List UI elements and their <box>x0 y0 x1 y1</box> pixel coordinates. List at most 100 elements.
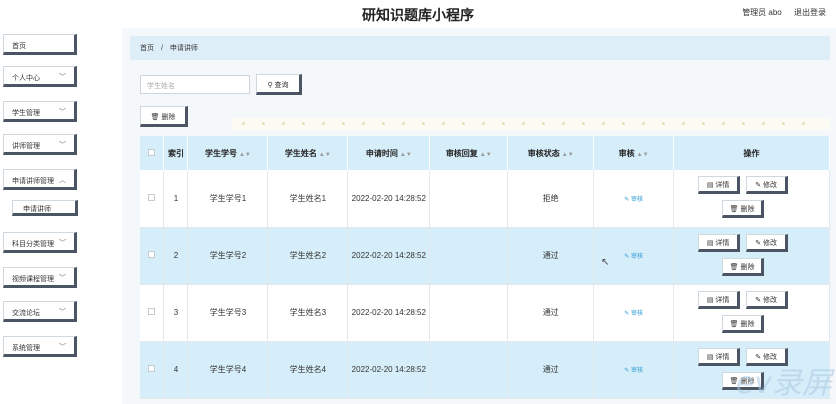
detail-button[interactable]: ▤ 详情 <box>698 347 741 366</box>
sidebar-subitem-label: 申请讲师 <box>23 206 51 213</box>
delete-button[interactable]: 🗑 删除 <box>722 314 765 333</box>
chevron-down-icon: ﹀ <box>59 275 66 282</box>
col-index: 索引 <box>163 136 189 170</box>
select-all-header[interactable] <box>140 136 165 170</box>
chevron-down-icon: ﹀ <box>59 109 66 116</box>
sidebar-item-label: 系统管理 <box>12 345 40 352</box>
cell-student-name: 学生姓名4 <box>267 341 349 399</box>
top-right-user-area: 管理员 abo 退出登录 <box>732 7 826 18</box>
sidebar-item-label: 视频课程管理 <box>12 276 54 283</box>
sort-icon[interactable]: ▲▼ <box>562 152 574 158</box>
chevron-down-icon: ﹀ <box>59 344 66 351</box>
row-select[interactable] <box>140 170 165 228</box>
row-select[interactable] <box>140 227 165 285</box>
cell-apply-time: 2022-02-20 14:28:52 <box>347 170 431 228</box>
sort-icon[interactable]: ▲▼ <box>480 152 492 158</box>
cell-index: 2 <box>163 227 189 285</box>
select-all-checkbox[interactable] <box>148 148 156 156</box>
table-row: 4 学生学号4 学生姓名4 2022-02-20 14:28:52 通过 ✎ 审… <box>140 341 830 399</box>
cell-audit-status: 拒绝 <box>507 170 595 228</box>
audit-link[interactable]: ✎ 审核 <box>624 311 643 317</box>
cell-audit-status: 通过 <box>507 227 595 285</box>
delete-button[interactable]: 🗑 删除 <box>722 200 765 219</box>
cell-student-name: 学生姓名3 <box>267 284 349 342</box>
sidebar-item-students[interactable]: 学生管理 ﹀ <box>3 101 77 122</box>
breadcrumb-home[interactable]: 首页 <box>140 45 154 52</box>
sidebar-item-label: 交流论坛 <box>12 310 40 317</box>
edit-button[interactable]: ✎ 修改 <box>746 233 789 252</box>
cell-audit-reply <box>429 341 509 399</box>
row-checkbox[interactable] <box>148 251 156 258</box>
sidebar-item-subject-categories[interactable]: 科目分类管理 ﹀ <box>3 232 77 253</box>
sort-icon[interactable]: ▲▼ <box>319 152 331 158</box>
chevron-up-icon: ︿ <box>59 177 66 184</box>
chevron-down-icon: ﹀ <box>59 240 66 247</box>
top-bar: 研知识题库小程序 管理员 abo 退出登录 <box>0 0 836 28</box>
detail-button[interactable]: ▤ 详情 <box>698 290 741 309</box>
cell-index: 3 <box>163 284 189 342</box>
edit-button[interactable]: ✎ 修改 <box>746 176 789 195</box>
cell-audit-status: 通过 <box>507 284 595 342</box>
cell-student-no: 学生学号3 <box>187 284 269 342</box>
row-checkbox[interactable] <box>148 193 156 201</box>
search-button[interactable]: ⚲ 查询 <box>256 74 302 95</box>
audit-link[interactable]: ✎ 审核 <box>624 197 643 203</box>
current-user: 管理员 abo <box>742 8 782 17</box>
cell-audit[interactable]: ✎ 审核 <box>593 227 675 285</box>
search-input[interactable]: 学生姓名 <box>140 75 250 94</box>
sidebar: 首页 个人中心 ﹀ 学生管理 ﹀ 讲师管理 ﹀ 申请讲师管理 ︿ 申请讲师 科目… <box>0 28 122 404</box>
audit-link[interactable]: ✎ 审核 <box>624 254 643 260</box>
chevron-down-icon: ﹀ <box>59 309 66 316</box>
sidebar-item-profile[interactable]: 个人中心 ﹀ <box>3 66 77 87</box>
sidebar-subitem-apply-lecturer[interactable]: 申请讲师 <box>12 200 78 216</box>
cell-apply-time: 2022-02-20 14:28:52 <box>347 284 431 342</box>
col-student-name[interactable]: 学生姓名 ▲▼ <box>267 136 349 170</box>
sidebar-item-label: 学生管理 <box>12 110 40 117</box>
sidebar-item-lecturers[interactable]: 讲师管理 ﹀ <box>3 134 77 155</box>
cell-actions: ▤ 详情 ✎ 修改 🗑 删除 <box>673 227 830 285</box>
sidebar-item-label: 科目分类管理 <box>12 241 54 248</box>
table-row: 1 学生学号1 学生姓名1 2022-02-20 14:28:52 拒绝 ✎ 审… <box>140 170 830 228</box>
cell-audit-reply <box>429 284 509 342</box>
batch-delete-button[interactable]: 🗑 删除 <box>140 106 188 127</box>
col-apply-time[interactable]: 申请时间 ▲▼ <box>347 136 431 170</box>
cell-index: 1 <box>163 170 189 228</box>
col-audit-reply[interactable]: 审核回复 ▲▼ <box>429 136 509 170</box>
sidebar-item-forum[interactable]: 交流论坛 ﹀ <box>3 301 77 322</box>
sort-icon[interactable]: ▲▼ <box>637 152 649 158</box>
row-checkbox[interactable] <box>148 365 156 372</box>
breadcrumb-separator: / <box>160 45 163 52</box>
detail-button[interactable]: ▤ 详情 <box>698 176 741 195</box>
delete-button[interactable]: 🗑 删除 <box>722 257 765 276</box>
sidebar-item-home[interactable]: 首页 <box>3 34 77 55</box>
sort-icon[interactable]: ▲▼ <box>400 152 412 158</box>
cell-actions: ▤ 详情 ✎ 修改 🗑 删除 <box>673 170 830 228</box>
sidebar-item-video-courses[interactable]: 视频课程管理 ﹀ <box>3 267 77 288</box>
breadcrumb-current: 申请讲师 <box>169 45 198 52</box>
breadcrumb: 首页 / 申请讲师 <box>130 36 830 60</box>
cell-student-name: 学生姓名2 <box>267 227 349 285</box>
col-student-no[interactable]: 学生学号 ▲▼ <box>187 136 269 170</box>
cell-audit[interactable]: ✎ 审核 <box>593 341 675 399</box>
cell-student-name: 学生姓名1 <box>267 170 349 228</box>
col-audit[interactable]: 审核 ▲▼ <box>593 136 675 170</box>
row-checkbox[interactable] <box>148 308 156 315</box>
cell-audit[interactable]: ✎ 审核 <box>593 284 675 342</box>
recorder-watermark: ev录屏 <box>735 366 832 401</box>
delete-button-label: 删除 <box>161 114 176 121</box>
sort-icon[interactable]: ▲▼ <box>239 152 251 158</box>
row-select[interactable] <box>140 341 165 399</box>
edit-button[interactable]: ✎ 修改 <box>746 290 789 309</box>
audit-link[interactable]: ✎ 审核 <box>624 368 643 374</box>
search-icon: ⚲ <box>267 82 273 89</box>
sidebar-item-label: 首页 <box>12 43 26 50</box>
sidebar-item-lecturer-applications[interactable]: 申请讲师管理 ︿ <box>3 169 77 190</box>
decorative-dots-strip <box>232 118 830 130</box>
detail-button[interactable]: ▤ 详情 <box>698 233 741 252</box>
col-audit-status[interactable]: 审核状态 ▲▼ <box>507 136 595 170</box>
cell-audit[interactable]: ✎ 审核 <box>593 170 675 228</box>
table-row: 2 学生学号2 学生姓名2 2022-02-20 14:28:52 通过 ✎ 审… <box>140 227 830 285</box>
logout-link[interactable]: 退出登录 <box>794 8 826 17</box>
sidebar-item-system[interactable]: 系统管理 ﹀ <box>3 336 77 357</box>
row-select[interactable] <box>140 284 165 342</box>
